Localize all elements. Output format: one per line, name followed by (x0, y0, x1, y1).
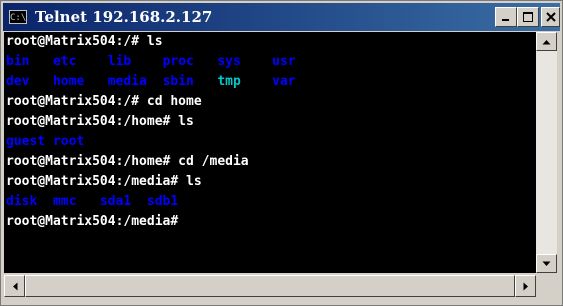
terminal-command-line: root@Matrix504:/home# cd /media (4, 152, 536, 172)
directory-entry: sys (217, 54, 241, 69)
scroll-up-arrow-icon (542, 39, 551, 44)
prompt-command-text: root@Matrix504:/home# cd /media (6, 154, 249, 169)
directory-entry: proc (162, 54, 194, 69)
telnet-window: C:\ Telnet 192.168.2.127 root@Matrix504:… (0, 0, 563, 306)
vertical-scrollbar[interactable] (536, 32, 557, 273)
terminal-command-line: root@Matrix504:/# ls (4, 32, 536, 52)
close-icon (545, 12, 556, 22)
terminal-listing-line: bin etc lib proc sys usr (4, 52, 536, 72)
prompt-command-text: root@Matrix504:/media# ls (6, 174, 202, 189)
directory-entry: var (272, 74, 296, 89)
directory-entry: lib (107, 54, 132, 69)
directory-entry: sdb1 (146, 194, 179, 209)
directory-entry: guest (6, 134, 46, 149)
terminal-listing-line: dev home media sbin tmp var (4, 72, 536, 92)
scroll-up-button[interactable] (536, 32, 557, 51)
horizontal-scroll-thumb[interactable] (25, 275, 515, 297)
directory-entry: sbin (162, 74, 194, 89)
console-app-icon[interactable]: C:\ (9, 10, 27, 24)
minimize-icon (502, 19, 509, 21)
scroll-left-arrow-icon (12, 282, 17, 290)
directory-entry: tmp (217, 74, 241, 89)
terminal-command-line: root@Matrix504:/media# ls (4, 172, 536, 192)
horizontal-scrollbar[interactable] (4, 275, 536, 297)
terminal-command-line: root@Matrix504:/# cd home (4, 92, 536, 112)
directory-entry: bin (6, 54, 30, 69)
directory-entry: home (52, 74, 85, 89)
terminal-command-line: root@Matrix504:/media# (4, 212, 536, 232)
directory-entry: etc (52, 54, 77, 69)
prompt-command-text: root@Matrix504:/# ls (6, 34, 163, 49)
scroll-right-button[interactable] (515, 275, 536, 297)
directory-entry: media (107, 74, 147, 89)
scroll-down-arrow-icon (542, 261, 551, 266)
scroll-left-button[interactable] (4, 275, 25, 297)
directory-entry: dev (6, 74, 30, 89)
prompt-command-text: root@Matrix504:/home# ls (6, 114, 194, 129)
close-button[interactable] (541, 7, 560, 27)
directory-entry: usr (272, 54, 296, 69)
terminal-command-line: root@Matrix504:/home# ls (4, 112, 536, 132)
scroll-down-button[interactable] (536, 254, 557, 273)
terminal-output[interactable]: root@Matrix504:/# ls bin etc lib proc sys… (4, 32, 536, 273)
terminal-listing-line: disk mmc sda1 sdb1 (4, 192, 536, 212)
directory-entry: mmc (52, 194, 77, 209)
minimize-button[interactable] (495, 7, 517, 27)
terminal-listing-line: guest root (4, 132, 536, 152)
prompt-command-text: root@Matrix504:/media# (6, 214, 179, 229)
directory-entry: disk (6, 194, 38, 209)
prompt-command-text: root@Matrix504:/# cd home (6, 94, 202, 109)
directory-entry: sda1 (99, 194, 132, 209)
maximize-button[interactable] (517, 7, 539, 27)
maximize-icon (523, 12, 533, 22)
title-bar[interactable]: C:\ Telnet 192.168.2.127 (3, 3, 560, 31)
scrollbar-corner (536, 275, 557, 297)
window-title: Telnet 192.168.2.127 (35, 8, 213, 26)
directory-entry: root (52, 134, 85, 149)
scroll-right-arrow-icon (523, 282, 528, 290)
